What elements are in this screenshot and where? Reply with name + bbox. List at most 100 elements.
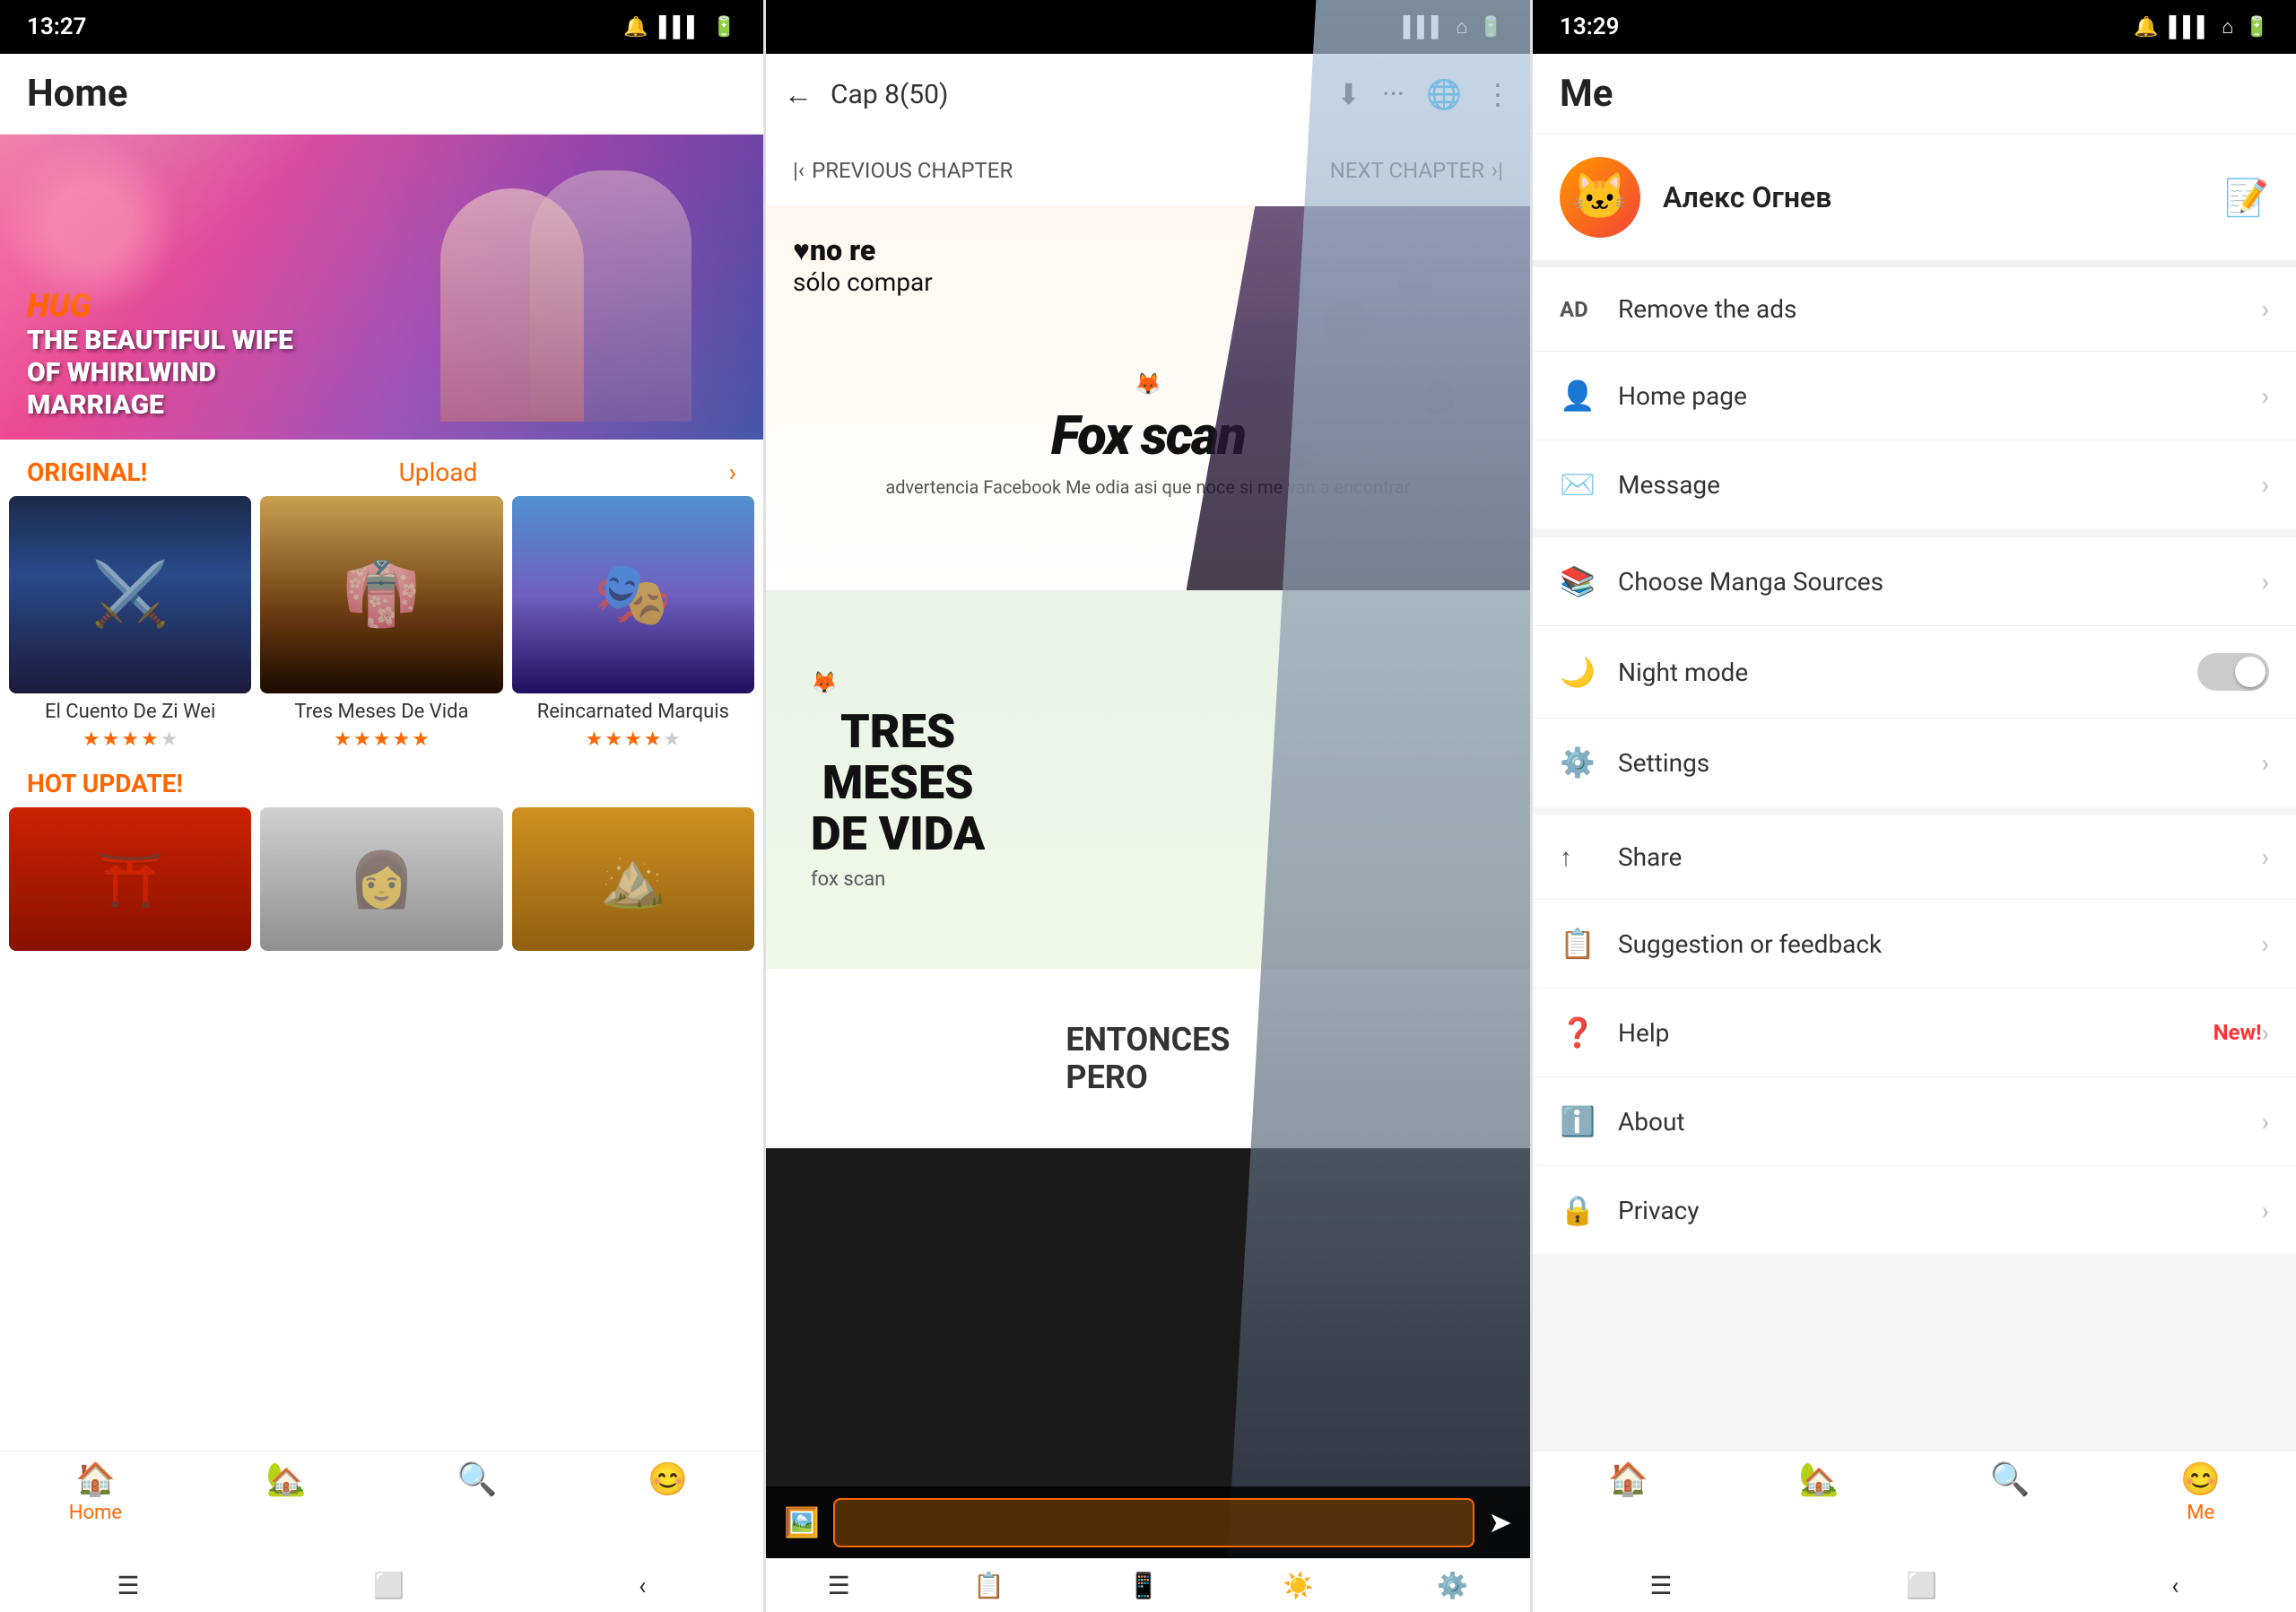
feedback-chevron: › [2262,929,2269,959]
reader-bottom-nav: ☰ 📋 📱 ☀️ ⚙️ [766,1558,1530,1612]
entonces-text: ENTONCESPERO [1065,1021,1230,1096]
banner-title: THE BEAUTIFUL WIFEOF WHIRLWINDMARRIAGE [27,325,293,422]
send-icon[interactable]: ➤ [1488,1505,1512,1539]
menu-item-settings[interactable]: ⚙️ Settings › [1533,719,2296,806]
fox-scan-label: fox scan [811,868,885,891]
menu-item-homepage[interactable]: 👤 Home page › [1533,352,2296,440]
manga-stars-1: ★ ★ ★ ★ ★ [83,728,178,751]
home-title: Home [27,72,127,116]
original-section-header: ORIGINAL! Upload › [0,440,763,496]
night-mode-toggle[interactable] [2197,653,2269,691]
me-section-2: 📚 Choose Manga Sources › 🌙 Night mode ⚙️… [1533,537,2296,806]
reader-back-button[interactable]: ← [784,77,813,111]
nav-search[interactable]: 🔍 [423,1460,531,1502]
settings-label: Settings [1618,748,2262,778]
hot-section-header: HOT UPDATE! [0,751,763,807]
me-nav-search[interactable]: 🔍 [1956,1460,2064,1502]
prev-chapter-btn[interactable]: |‹ PREVIOUS CHAPTER [793,158,1013,183]
me-section-1: AD Remove the ads › 👤 Home page › ✉️ Mes… [1533,267,2296,528]
menu-item-share[interactable]: ↑ Share › [1533,815,2296,900]
star-1: ★ [334,728,352,751]
menu-item-feedback[interactable]: 📋 Suggestion or feedback › [1533,900,2296,989]
ads-chevron: › [2262,294,2269,324]
nav-me[interactable]: 😊 [614,1460,722,1502]
reader-brightness-icon[interactable]: ☀️ [1283,1571,1314,1600]
original-label: ORIGINAL! [27,457,147,487]
hot-card-1[interactable]: ⛩️ [9,807,251,951]
menu-gesture-me[interactable]: ☰ [1649,1571,1672,1600]
search-nav-icon: 🔍 [457,1460,497,1498]
reader-pages-icon[interactable]: 📱 [1128,1571,1160,1600]
back-gesture[interactable]: ‹ [639,1571,646,1600]
manga-stars-3: ★ ★ ★ ★ ★ [585,728,681,751]
menu-item-about[interactable]: ℹ️ About › [1533,1077,2296,1166]
home-panel: 13:27 🔔 ▌▌▌ 🔋 Home HUG THE BEAUTIFUL WIF… [0,0,763,1612]
avatar-emoji: 🐱 [1572,171,1628,223]
back-gesture-me[interactable]: ‹ [2171,1571,2179,1600]
menu-gesture[interactable]: ☰ [117,1571,139,1600]
me-bottom-nav: 🏠 🏡 🔍 😊 Me [1533,1451,2296,1558]
menu-item-help[interactable]: ❓ Help New! › [1533,989,2296,1077]
menu-item-manga-sources[interactable]: 📚 Choose Manga Sources › [1533,537,2296,626]
notification-icon: 🔔 [2134,16,2158,39]
home-gesture[interactable]: ⬜ [373,1571,404,1600]
privacy-chevron: › [2262,1196,2269,1225]
home-banner[interactable]: HUG THE BEAUTIFUL WIFEOF WHIRLWINDMARRIA… [0,135,763,440]
menu-item-message[interactable]: ✉️ Message › [1533,440,2296,528]
signal-icon: ▌▌▌ [659,15,701,39]
message-chevron: › [2262,470,2269,500]
tres-meses-title: TRESMESESDE VIDA [811,706,985,860]
home-gesture-me[interactable]: ⬜ [1906,1571,1937,1600]
home-status-icons: 🔔 ▌▌▌ 🔋 [623,15,736,39]
star-2: ★ [604,728,622,751]
me-status-bar: 13:29 🔔 ▌▌▌ ⌂ 🔋 [1533,0,2296,54]
reader-settings-icon[interactable]: ⚙️ [1437,1571,1468,1600]
reader-chapters-icon[interactable]: 📋 [973,1571,1004,1600]
reader-comment-input[interactable] [833,1498,1474,1547]
image-icon[interactable]: 🖼️ [784,1505,820,1539]
me-time: 13:29 [1560,13,1620,40]
manga-cover-2: 👘 [260,496,502,693]
settings-icon: ⚙️ [1560,745,1605,780]
shelf-nav-icon: 🏡 [266,1460,307,1498]
menu-item-privacy[interactable]: 🔒 Privacy › [1533,1166,2296,1254]
reader-menu-icon[interactable]: ☰ [828,1571,850,1600]
home-time: 13:27 [27,13,87,40]
homepage-label: Home page [1618,381,2262,411]
edit-profile-icon[interactable]: 📝 [2224,177,2269,219]
home-status-bar: 13:27 🔔 ▌▌▌ 🔋 [0,0,763,54]
nav-home[interactable]: 🏠 Home [41,1460,149,1524]
me-nav-me[interactable]: 😊 Me [2147,1460,2255,1524]
message-label: Message [1618,470,2262,500]
manga-sources-label: Choose Manga Sources [1618,567,2262,597]
me-nav-shelf[interactable]: 🏡 [1765,1460,1873,1502]
wifi-icon: ⌂ [2222,15,2233,39]
upload-label[interactable]: Upload [399,457,478,487]
night-mode-icon: 🌙 [1560,655,1605,689]
about-chevron: › [2262,1107,2269,1137]
upload-arrow[interactable]: › [729,457,736,487]
menu-item-night-mode[interactable]: 🌙 Night mode [1533,626,2296,719]
notification-icon: 🔔 [623,16,648,39]
feedback-icon: 📋 [1560,927,1605,961]
menu-item-ads[interactable]: AD Remove the ads › [1533,267,2296,352]
manga-card-2[interactable]: 👘 Tres Meses De Vida ★ ★ ★ ★ ★ [260,496,502,751]
manga-sources-chevron: › [2262,567,2269,597]
profile-name: Алекс Огнев [1663,180,2202,214]
manga-card-1[interactable]: ⚔️ El Cuento De Zi Wei ★ ★ ★ ★ ★ [9,496,251,751]
hot-card-2[interactable]: 👩 [260,807,502,951]
hot-card-3[interactable]: 🏔️ [512,807,754,951]
star-3: ★ [373,728,391,751]
homepage-icon: 👤 [1560,379,1605,413]
star-1: ★ [585,728,603,751]
me-nav-home[interactable]: 🏠 [1574,1460,1682,1502]
star-1: ★ [83,728,100,751]
me-profile: 🐱 Алекс Огнев 📝 [1533,135,2296,267]
me-section-3: ↑ Share › 📋 Suggestion or feedback › ❓ H… [1533,815,2296,1254]
about-icon: ℹ️ [1560,1104,1605,1138]
help-chevron: › [2262,1018,2269,1048]
help-icon: ❓ [1560,1015,1605,1050]
me-header: Me [1533,54,2296,135]
nav-shelf[interactable]: 🏡 [232,1460,340,1502]
manga-card-3[interactable]: 🎭 Reincarnated Marquis ★ ★ ★ ★ ★ [512,496,754,751]
